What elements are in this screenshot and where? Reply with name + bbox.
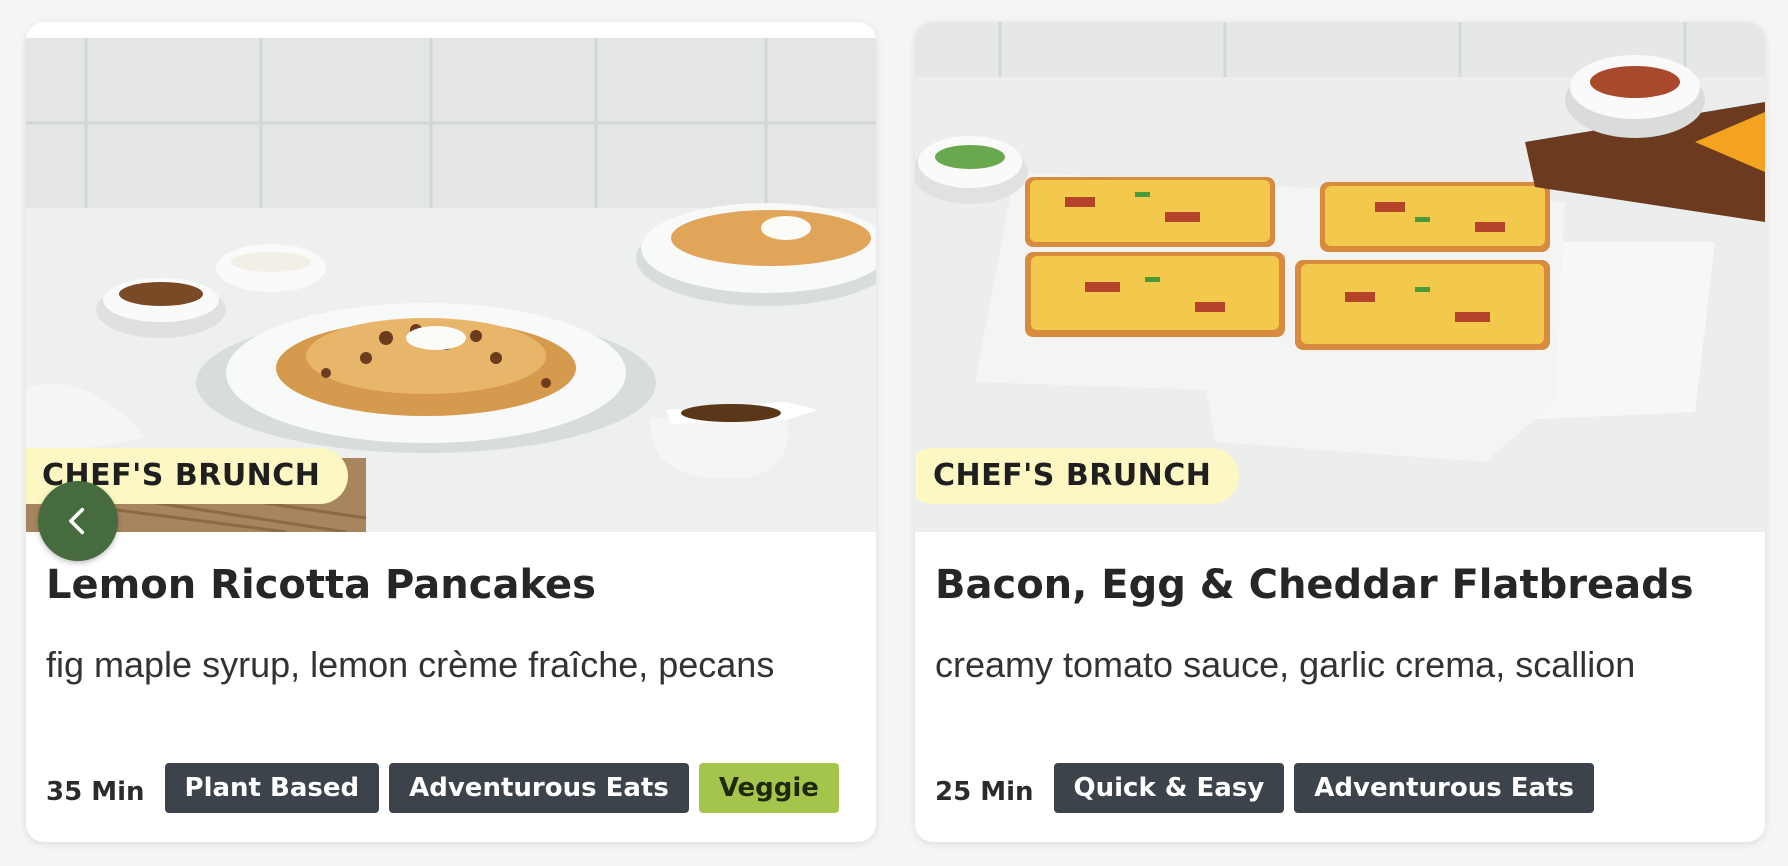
recipe-card[interactable]: CHEF'S BRUNCH Lemon Ricotta Pancakes fig… [26,22,876,842]
carousel-prev-button[interactable] [38,481,118,561]
tag-veggie: Veggie [698,763,839,813]
cook-time: 35 Min [46,777,145,807]
recipe-meta: 25 Min Quick & Easy Adventurous Eats [935,763,1594,813]
chefs-brunch-badge: CHEF'S BRUNCH [915,448,1240,504]
recipe-card[interactable]: CHEF'S BRUNCH Bacon, Egg & Cheddar Flatb… [915,22,1765,842]
tag-adventurous-eats: Adventurous Eats [389,763,689,813]
chevron-left-icon [69,507,85,535]
recipe-subtitle: fig maple syrup, lemon crème fraîche, pe… [46,644,775,685]
tag-plant-based: Plant Based [164,763,380,813]
cook-time: 25 Min [935,777,1034,807]
tag-adventurous-eats: Adventurous Eats [1294,763,1594,813]
recipe-title[interactable]: Bacon, Egg & Cheddar Flatbreads [935,562,1694,608]
tag-quick-easy: Quick & Easy [1053,763,1285,813]
recipe-title[interactable]: Lemon Ricotta Pancakes [46,562,596,608]
recipe-subtitle: creamy tomato sauce, garlic crema, scall… [935,644,1636,685]
recipe-meta: 35 Min Plant Based Adventurous Eats Vegg… [46,763,839,813]
